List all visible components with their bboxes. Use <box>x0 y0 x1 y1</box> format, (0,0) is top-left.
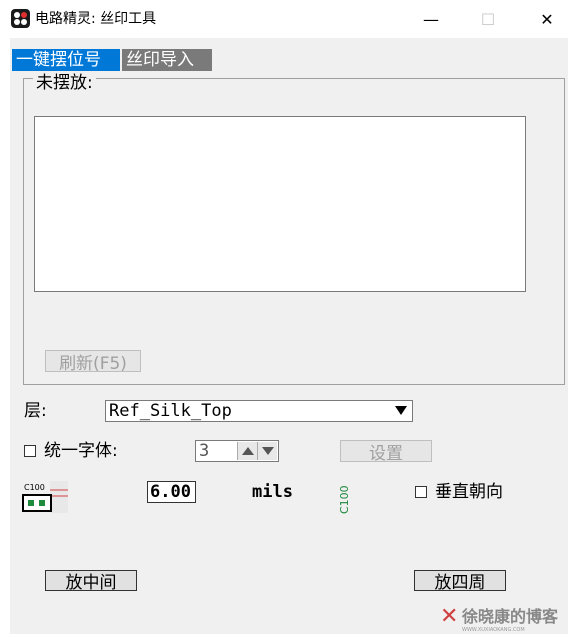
component-icon-text: C100 <box>24 483 45 492</box>
refresh-button[interactable]: 刷新(F5) <box>45 350 141 374</box>
place-center-button[interactable]: 放中间 <box>45 570 137 593</box>
vertical-orientation-label: 垂直朝向 <box>435 482 503 502</box>
vertical-orientation-checkbox[interactable] <box>415 486 427 498</box>
maximize-icon: ☐ <box>480 9 496 29</box>
unplaced-group-label: 未摆放: <box>33 72 96 94</box>
component-offset-icon: C100 <box>22 481 68 513</box>
minimize-icon: — <box>423 9 439 29</box>
close-icon: ✕ <box>540 9 554 29</box>
layer-label: 层: <box>24 401 47 421</box>
layer-select[interactable]: Ref_Silk_Top <box>105 400 413 422</box>
app-icon <box>11 9 30 28</box>
blog-watermark: ✕ 徐晓康的博客 WWW.XUXIAOKANG.COM <box>440 603 576 633</box>
watermark-subtitle: WWW.XUXIAOKANG.COM <box>462 627 525 633</box>
tab-silk-import[interactable]: 丝印导入 <box>122 49 212 71</box>
vertical-preview-text: C100 <box>338 485 351 514</box>
layer-select-value: Ref_Silk_Top <box>109 401 232 421</box>
arrow-up-icon <box>241 447 254 455</box>
offset-unit: mils <box>252 482 293 502</box>
svg-text:✕: ✕ <box>440 604 458 629</box>
unify-font-label: 统一字体: <box>44 441 118 461</box>
settings-button[interactable]: 设置 <box>340 440 432 464</box>
maximize-button[interactable]: ☐ <box>465 0 511 38</box>
watermark-title: 徐晓康的博客 <box>461 607 559 626</box>
stepper-up-button[interactable] <box>237 442 257 460</box>
chevron-down-icon <box>395 406 407 415</box>
font-size-stepper[interactable]: 3 <box>195 440 279 462</box>
minimize-button[interactable]: — <box>408 0 454 38</box>
place-around-button[interactable]: 放四周 <box>414 570 506 593</box>
offset-input[interactable]: 6.00 <box>147 481 196 503</box>
font-size-value: 3 <box>199 441 210 461</box>
window-title: 电路精灵: 丝印工具 <box>35 11 157 27</box>
unplaced-list[interactable] <box>34 116 526 292</box>
close-button[interactable]: ✕ <box>524 0 570 38</box>
unify-font-checkbox[interactable] <box>24 445 36 457</box>
tab-place-refdes[interactable]: 一键摆位号 <box>12 49 120 71</box>
arrow-down-icon <box>261 447 274 455</box>
vertical-preview: C100 <box>337 480 353 516</box>
stepper-down-button[interactable] <box>257 442 277 460</box>
